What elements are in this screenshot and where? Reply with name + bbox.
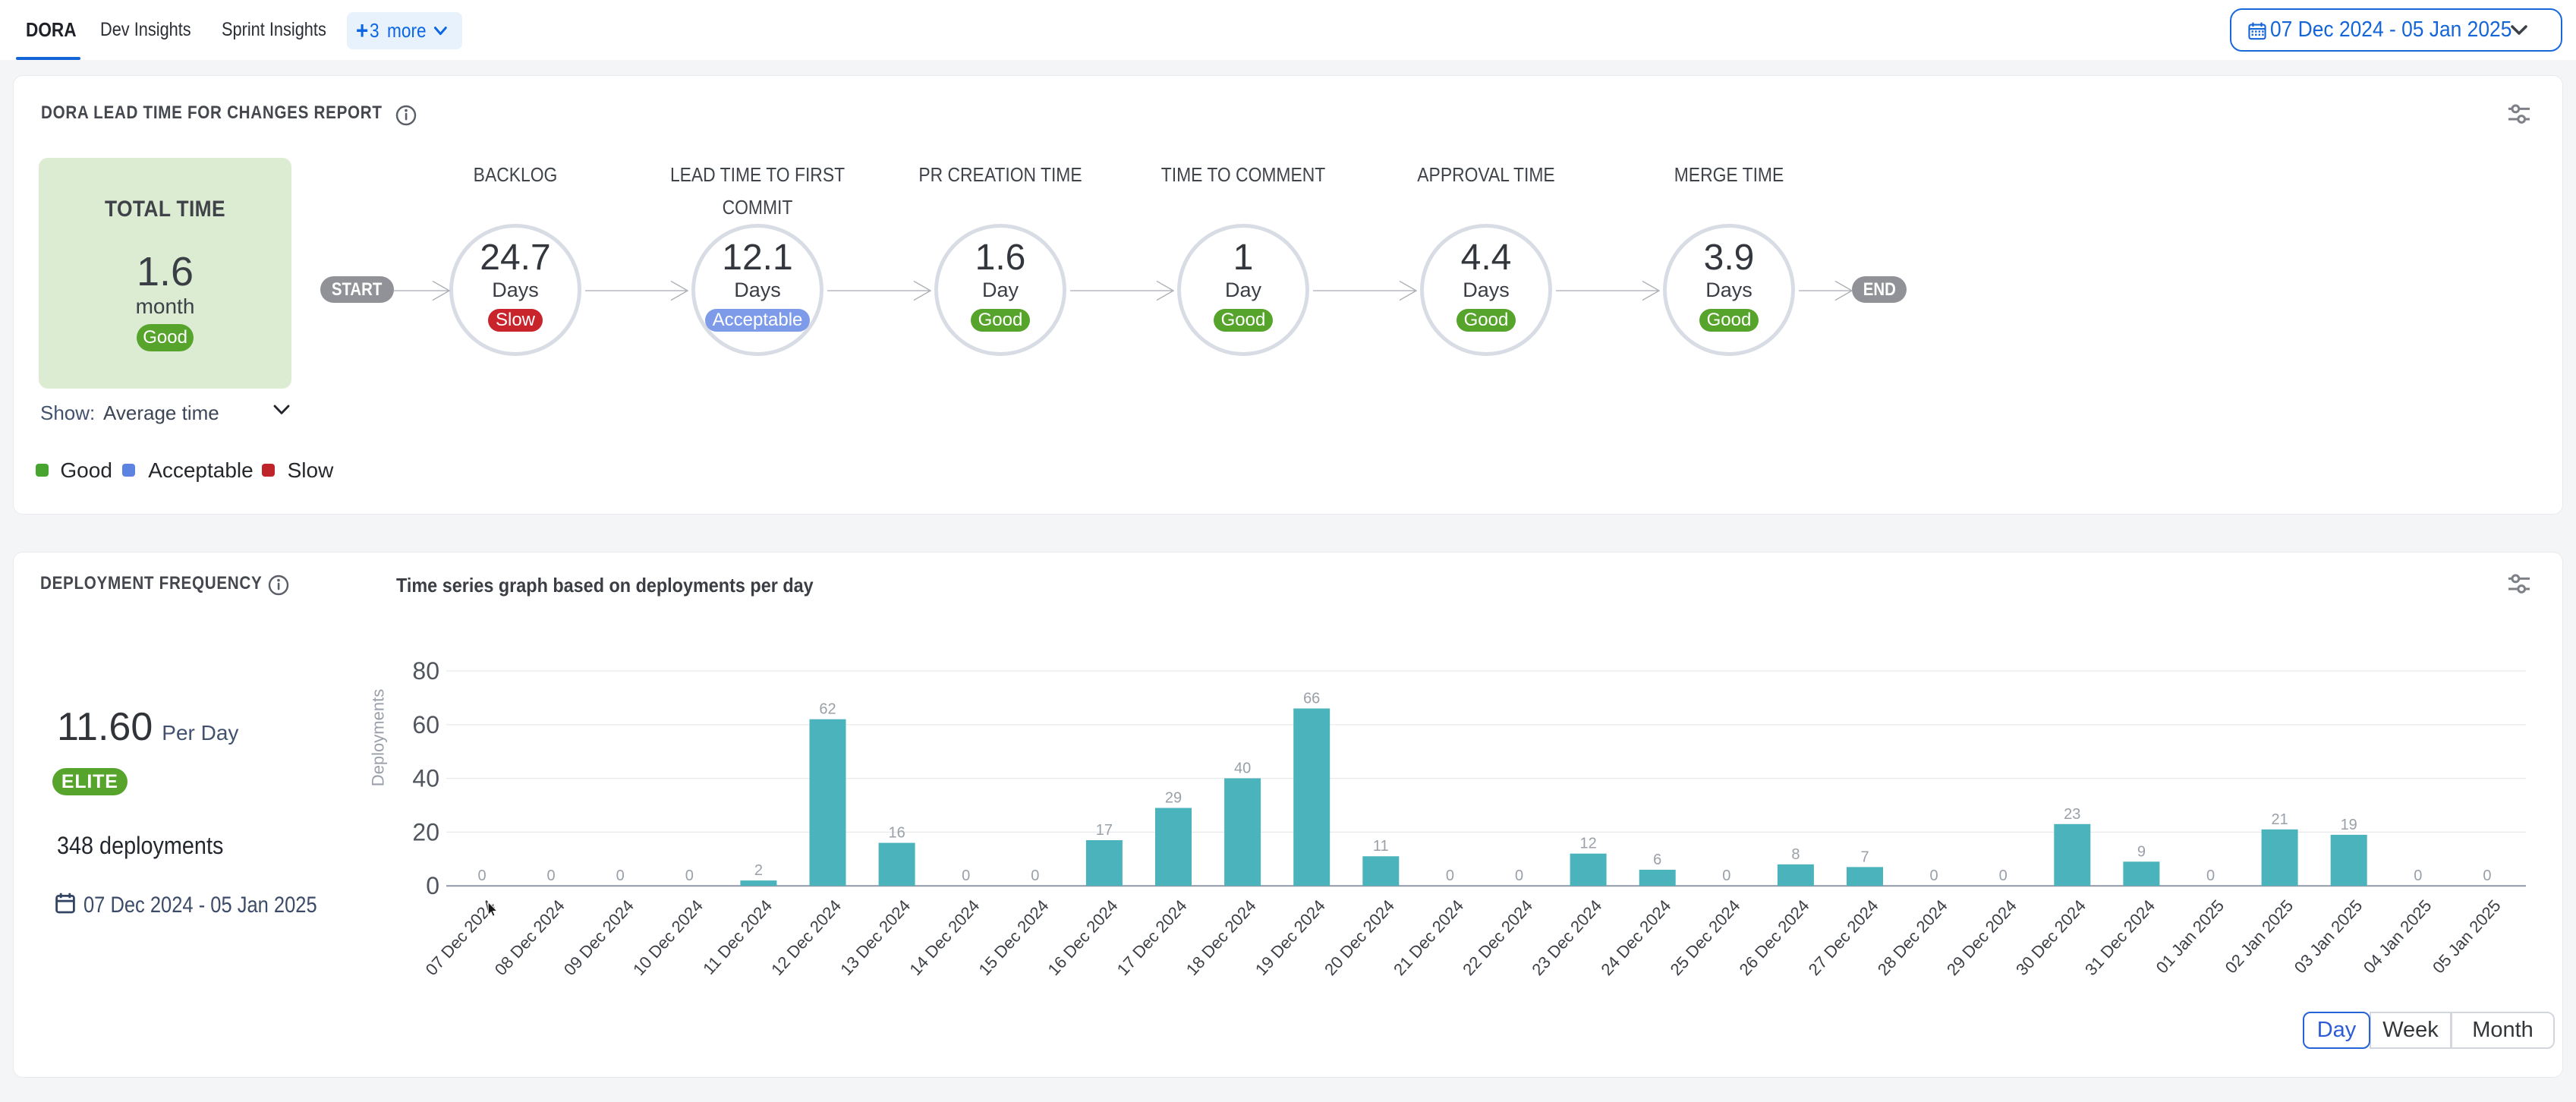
- svg-text:0: 0: [962, 867, 970, 884]
- svg-text:0: 0: [1722, 867, 1730, 884]
- svg-text:17: 17: [1096, 822, 1113, 839]
- svg-text:19 Dec 2024: 19 Dec 2024: [1252, 896, 1329, 979]
- svg-text:12: 12: [1579, 836, 1596, 852]
- svg-text:62: 62: [819, 701, 836, 718]
- svg-text:28 Dec 2024: 28 Dec 2024: [1874, 896, 1951, 979]
- svg-text:17 Dec 2024: 17 Dec 2024: [1113, 896, 1191, 979]
- svg-text:18 Dec 2024: 18 Dec 2024: [1183, 896, 1260, 979]
- svg-text:66: 66: [1303, 690, 1320, 707]
- svg-text:30 Dec 2024: 30 Dec 2024: [2012, 896, 2089, 979]
- svg-text:22 Dec 2024: 22 Dec 2024: [1459, 896, 1536, 979]
- svg-text:31 Dec 2024: 31 Dec 2024: [2081, 896, 2159, 979]
- svg-text:19: 19: [2341, 817, 2357, 833]
- svg-text:05 Jan 2025: 05 Jan 2025: [2429, 896, 2505, 978]
- svg-text:0: 0: [616, 867, 625, 884]
- svg-text:Deployments: Deployments: [368, 689, 387, 786]
- svg-text:23 Dec 2024: 23 Dec 2024: [1528, 896, 1605, 979]
- svg-text:2: 2: [754, 862, 763, 879]
- svg-text:11 Dec 2024: 11 Dec 2024: [699, 896, 776, 978]
- svg-text:27 Dec 2024: 27 Dec 2024: [1805, 896, 1882, 979]
- svg-text:03 Jan 2025: 03 Jan 2025: [2291, 896, 2367, 978]
- svg-text:09 Dec 2024: 09 Dec 2024: [560, 896, 638, 979]
- svg-text:6: 6: [1653, 852, 1661, 868]
- svg-text:13 Dec 2024: 13 Dec 2024: [836, 896, 914, 979]
- svg-text:10 Dec 2024: 10 Dec 2024: [629, 896, 707, 979]
- svg-text:80: 80: [412, 657, 439, 685]
- svg-text:08 Dec 2024: 08 Dec 2024: [491, 896, 568, 979]
- svg-text:0: 0: [547, 867, 556, 884]
- svg-text:8: 8: [1791, 846, 1800, 863]
- svg-text:15 Dec 2024: 15 Dec 2024: [975, 896, 1052, 979]
- svg-text:7: 7: [1860, 849, 1869, 865]
- svg-text:0: 0: [1930, 867, 1938, 884]
- svg-text:0: 0: [2483, 867, 2491, 884]
- svg-text:29: 29: [1165, 790, 1182, 807]
- svg-text:9: 9: [2137, 843, 2146, 860]
- svg-text:29 Dec 2024: 29 Dec 2024: [1943, 896, 2020, 979]
- svg-text:16: 16: [888, 825, 905, 842]
- svg-text:0: 0: [1446, 867, 1454, 884]
- svg-text:40: 40: [1234, 760, 1251, 777]
- svg-text:20 Dec 2024: 20 Dec 2024: [1321, 896, 1398, 979]
- svg-text:12 Dec 2024: 12 Dec 2024: [767, 896, 845, 979]
- svg-text:0: 0: [1999, 867, 2008, 884]
- svg-text:0: 0: [2206, 867, 2215, 884]
- svg-text:0: 0: [1031, 867, 1039, 884]
- svg-text:14 Dec 2024: 14 Dec 2024: [905, 896, 983, 979]
- svg-text:20: 20: [412, 818, 439, 845]
- svg-text:60: 60: [412, 711, 439, 738]
- svg-text:11: 11: [1373, 838, 1389, 855]
- svg-text:21 Dec 2024: 21 Dec 2024: [1390, 896, 1467, 979]
- svg-text:01 Jan 2025: 01 Jan 2025: [2152, 896, 2228, 978]
- svg-text:0: 0: [2414, 867, 2422, 884]
- svg-text:24 Dec 2024: 24 Dec 2024: [1597, 896, 1674, 979]
- svg-text:0: 0: [426, 872, 439, 899]
- svg-text:40: 40: [412, 765, 439, 792]
- svg-text:07 Dec 2024: 07 Dec 2024: [422, 896, 499, 979]
- svg-text:16 Dec 2024: 16 Dec 2024: [1044, 896, 1122, 979]
- svg-text:21: 21: [2271, 811, 2288, 828]
- svg-text:02 Jan 2025: 02 Jan 2025: [2222, 896, 2297, 978]
- svg-text:25 Dec 2024: 25 Dec 2024: [1666, 896, 1743, 979]
- svg-text:0: 0: [685, 867, 694, 884]
- svg-text:23: 23: [2064, 806, 2080, 823]
- svg-text:0: 0: [477, 867, 486, 884]
- svg-text:0: 0: [1515, 867, 1523, 884]
- svg-text:04 Jan 2025: 04 Jan 2025: [2360, 896, 2436, 978]
- svg-text:26 Dec 2024: 26 Dec 2024: [1736, 896, 1813, 979]
